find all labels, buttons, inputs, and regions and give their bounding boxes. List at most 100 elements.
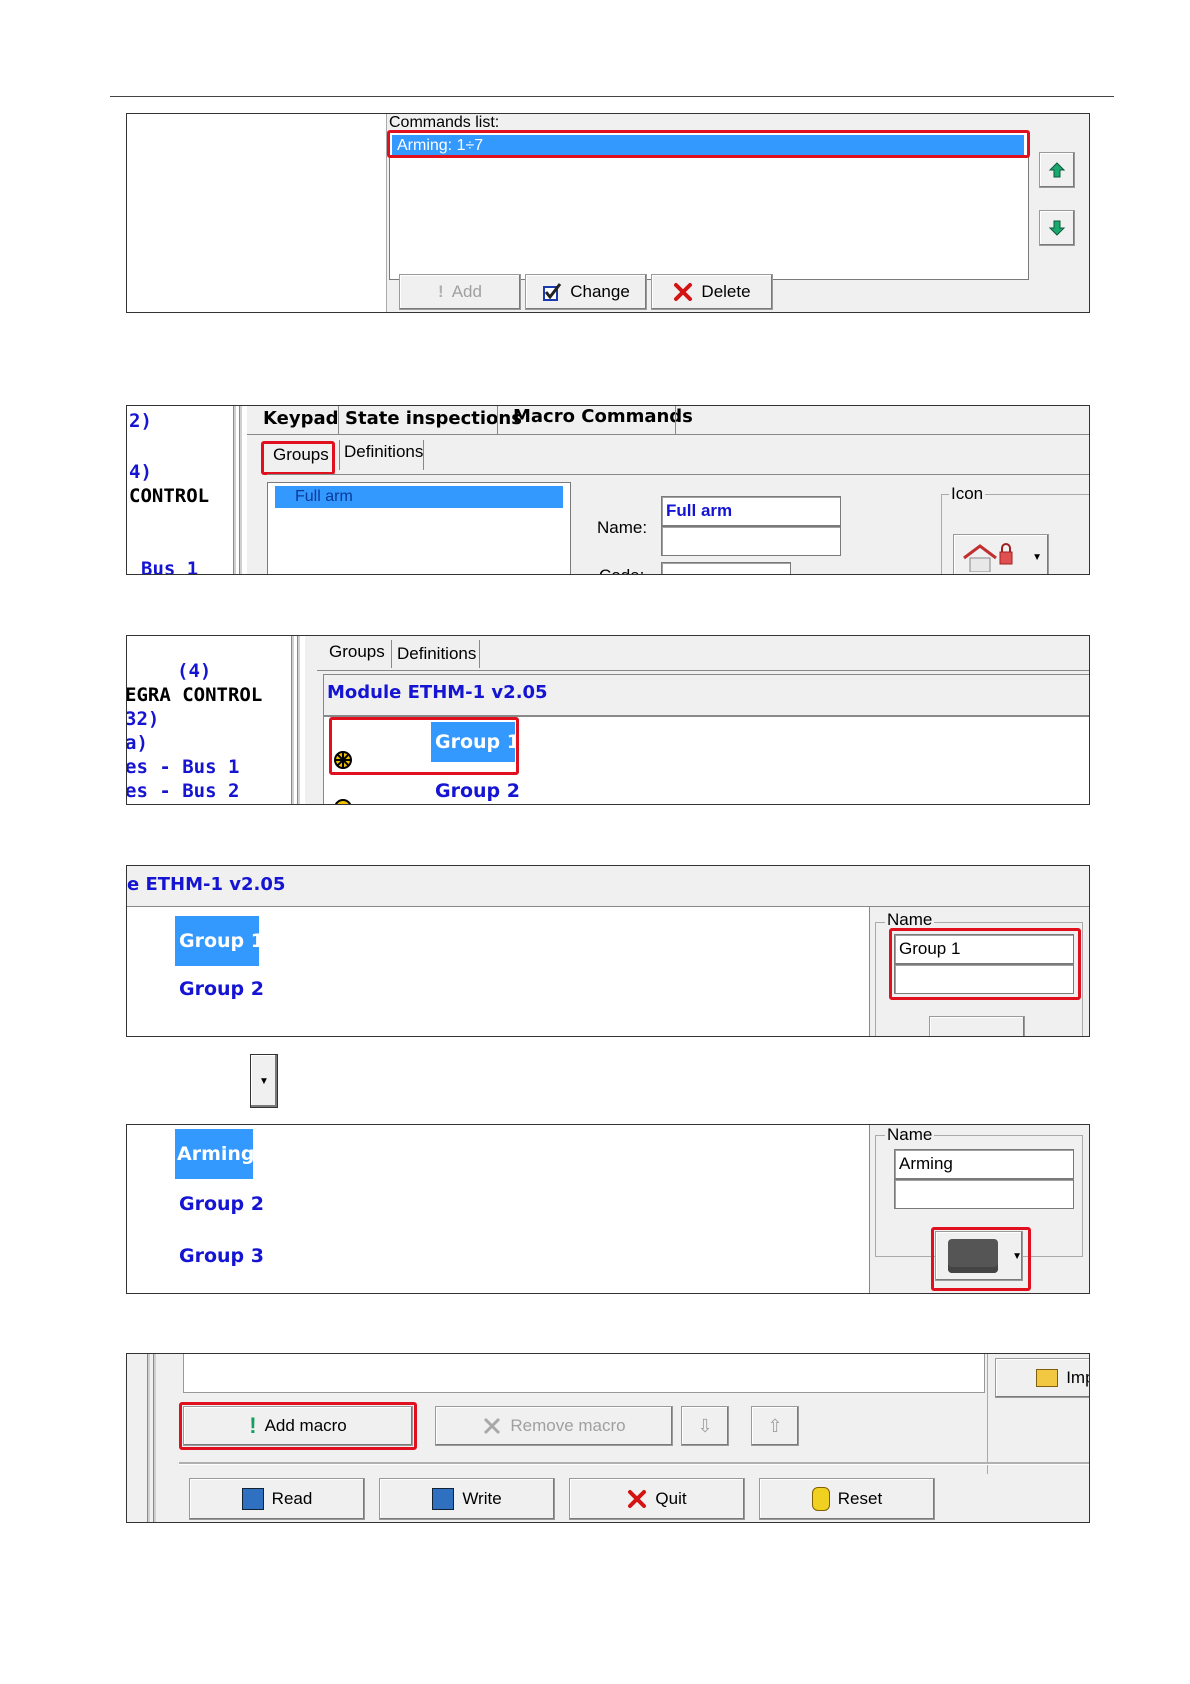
- reset-button[interactable]: Reset: [759, 1478, 935, 1520]
- tree-line-6: es - Bus 2: [126, 780, 240, 802]
- tab-macro-commands[interactable]: Macro Commands: [513, 406, 693, 427]
- page-header-rule: [110, 96, 1114, 97]
- group-2-item[interactable]: Group 2: [435, 780, 520, 802]
- module-title: e ETHM-1 v2.05: [127, 874, 285, 895]
- splitter[interactable]: [291, 636, 294, 804]
- macro-buttons-screenshot: Impo ! Add macro Remove macro ⇩ ⇧ Read W…: [126, 1353, 1090, 1523]
- name-field-line2[interactable]: [661, 526, 841, 556]
- tree-line-3: 32): [126, 708, 160, 730]
- exclamation-icon: !: [438, 282, 444, 301]
- name-field-line2[interactable]: [894, 1179, 1074, 1209]
- delete-button[interactable]: Delete: [651, 274, 773, 310]
- subtab-divider: [423, 440, 424, 470]
- tree-line-5: es - Bus 1: [126, 756, 240, 778]
- groups-list-item-full-arm[interactable]: Full arm: [275, 486, 563, 508]
- tab-divider: [338, 406, 339, 434]
- add-button[interactable]: ! Add: [399, 274, 521, 310]
- module-title-text: ETHM-1 v2.05: [145, 874, 286, 895]
- highlight-command-item: [387, 130, 1030, 158]
- commands-list-screenshot: Commands list: Arming: 1÷7 ! Add Change …: [126, 113, 1090, 313]
- group-arming-item[interactable]: Arming: [175, 1129, 255, 1179]
- subtab-divider: [479, 640, 480, 668]
- tree-line-2: EGRA CONTROL: [126, 684, 263, 706]
- macro-move-up-button[interactable]: ⇧: [751, 1406, 799, 1446]
- group-2-item[interactable]: Group 2: [179, 1193, 264, 1215]
- separator: [179, 1462, 1089, 1465]
- arrow-up-icon: ⇧: [767, 1415, 783, 1436]
- name-label: Name:: [597, 518, 648, 537]
- import-button-label: Impo: [1066, 1368, 1089, 1387]
- read-button[interactable]: Read: [189, 1478, 365, 1520]
- change-button[interactable]: Change: [525, 274, 647, 310]
- checkmark-icon: [543, 283, 562, 301]
- remove-macro-button[interactable]: Remove macro: [435, 1406, 673, 1446]
- arrow-down-icon: ⇩: [697, 1415, 713, 1436]
- icon-selector[interactable]: [929, 1016, 1025, 1036]
- remove-macro-label: Remove macro: [510, 1416, 626, 1435]
- tree-line-2: 4): [129, 461, 152, 483]
- delete-button-label: Delete: [701, 282, 751, 301]
- chevron-down-icon: ▼: [1032, 551, 1042, 563]
- group-2-item[interactable]: Group 2: [179, 978, 264, 1000]
- group-1-item[interactable]: Group 1: [175, 916, 264, 966]
- write-button-label: Write: [462, 1489, 502, 1508]
- delete-x-icon: [674, 283, 693, 301]
- splitter[interactable]: [233, 406, 236, 574]
- name-label: Name: [885, 1125, 935, 1145]
- house-lock-icon: [963, 543, 1013, 572]
- tree-line-1: 2): [129, 410, 152, 432]
- splitter[interactable]: [147, 1354, 150, 1522]
- tab-divider: [497, 406, 498, 434]
- quit-x-icon: [628, 1490, 647, 1508]
- subtab-groups[interactable]: Groups: [329, 642, 385, 662]
- highlight-name-field: [889, 928, 1081, 1000]
- macro-list-bottom[interactable]: [183, 1354, 985, 1393]
- dropdown-button[interactable]: ▼: [250, 1054, 278, 1108]
- tab-state-inspections[interactable]: State inspections: [345, 408, 522, 429]
- name-field-line1[interactable]: Arming: [894, 1149, 1074, 1179]
- module-groups-screenshot: (4) EGRA CONTROL 32) a) es - Bus 1 es - …: [126, 635, 1090, 805]
- icon-label: Icon: [949, 484, 986, 504]
- module-title: Module ETHM-1 v2.05: [327, 682, 548, 703]
- icon-selection-screenshot: Arming Group 2 Group 3 Name Arming ▼: [126, 1124, 1090, 1294]
- code-field[interactable]: [661, 562, 791, 574]
- tab-keypad[interactable]: Keypad: [263, 408, 339, 429]
- splitter-edge: [239, 406, 242, 574]
- tree-line-3: CONTROL: [129, 485, 210, 507]
- quit-button-label: Quit: [655, 1489, 687, 1508]
- tree-line-4: Bus 1: [141, 558, 199, 575]
- remove-x-icon: [484, 1417, 501, 1435]
- subtab-divider: [391, 640, 392, 668]
- tab-baseline: [247, 434, 1089, 435]
- icon-selector[interactable]: ▼: [953, 534, 1049, 574]
- highlight-groups-tab: [261, 441, 335, 475]
- subtab-baseline: [267, 474, 1089, 475]
- group-2-state-icon: [334, 799, 352, 804]
- change-button-label: Change: [570, 282, 630, 301]
- tree-line-4: a): [126, 732, 148, 754]
- highlight-add-macro: [179, 1402, 417, 1450]
- name-field-line1[interactable]: Full arm: [661, 496, 841, 526]
- splitter-edge: [297, 636, 300, 804]
- move-down-button[interactable]: [1039, 210, 1075, 246]
- splitter-edge: [153, 1354, 156, 1522]
- import-button[interactable]: Impo: [995, 1358, 1089, 1398]
- read-button-label: Read: [271, 1489, 313, 1508]
- code-label: Code:: [599, 566, 644, 574]
- write-button[interactable]: Write: [379, 1478, 555, 1520]
- folder-icon: [1036, 1369, 1059, 1387]
- group-name-screenshot: e ETHM-1 v2.05 Group 1 Group 2 Name Grou…: [126, 865, 1090, 1037]
- move-up-button[interactable]: [1039, 152, 1075, 188]
- subtab-definitions[interactable]: Definitions: [397, 644, 476, 664]
- macro-move-down-button[interactable]: ⇩: [681, 1406, 729, 1446]
- reset-icon: [811, 1487, 830, 1511]
- panel-divider: [987, 1354, 988, 1474]
- subtab-definitions[interactable]: Definitions: [344, 442, 423, 462]
- groups-tab-screenshot: 2) 4) CONTROL Bus 1 Keypad State inspect…: [126, 405, 1090, 575]
- quit-button[interactable]: Quit: [569, 1478, 745, 1520]
- highlight-icon-selector: [931, 1227, 1031, 1291]
- add-button-label: Add: [451, 282, 482, 301]
- highlight-group-1: [329, 717, 519, 775]
- group-3-item[interactable]: Group 3: [179, 1245, 264, 1267]
- reset-button-label: Reset: [837, 1489, 883, 1508]
